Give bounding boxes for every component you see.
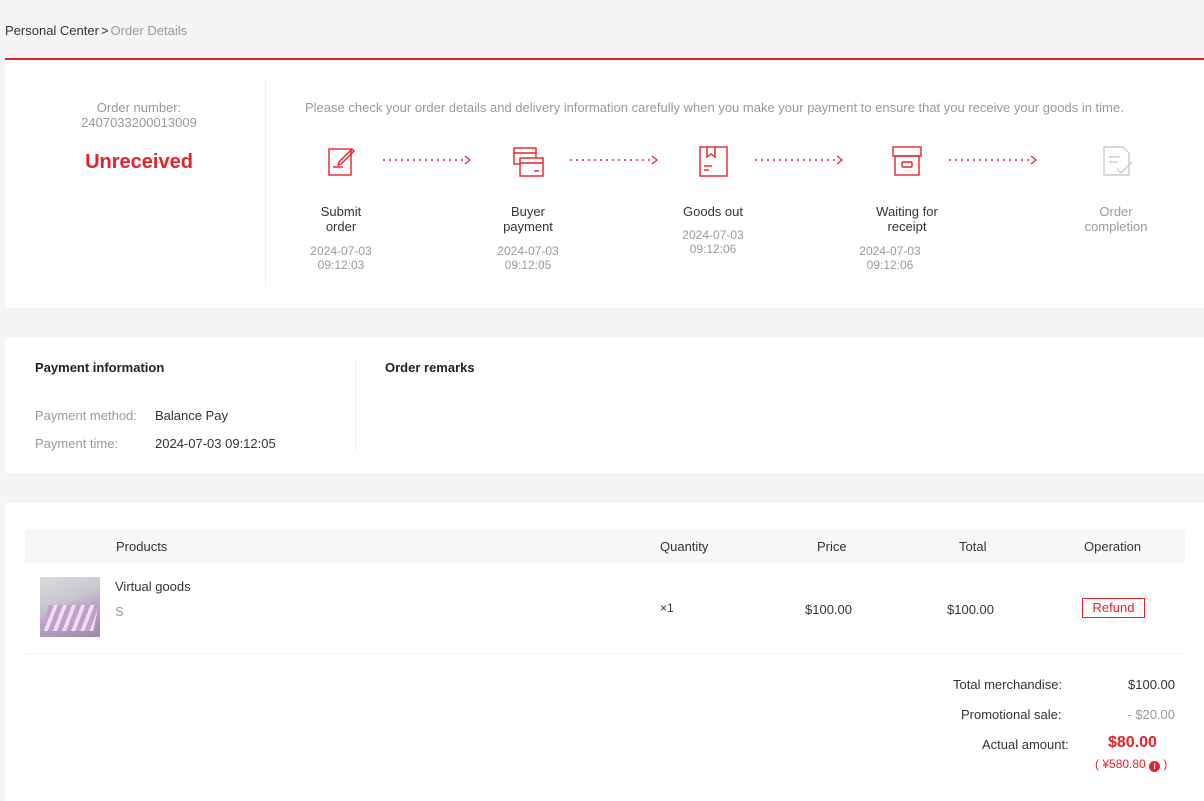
payment-info-title: Payment information	[35, 360, 165, 375]
order-info-divider	[265, 80, 266, 287]
order-notice: Please check your order details and deli…	[305, 100, 1124, 115]
step-arrow	[755, 155, 843, 165]
table-header: Products Quantity Price Total Operation	[25, 529, 1185, 563]
breadcrumb-root[interactable]: Personal Center	[5, 23, 99, 38]
promotional-sale-value: - $20.00	[1127, 707, 1175, 722]
step-arrow	[383, 155, 471, 165]
order-number-label: Order number:	[96, 100, 182, 115]
step-arrow	[949, 155, 1037, 165]
step-name: Submit order	[320, 204, 362, 234]
payment-time-value: 2024-07-03 09:12:05	[155, 436, 276, 451]
product-name[interactable]: Virtual goods	[115, 579, 191, 594]
package-icon	[693, 142, 733, 182]
payment-time-label: Payment time:	[35, 436, 119, 451]
step-date: 2024-07-03 09:12:06	[859, 244, 921, 272]
product-quantity: ×1	[660, 601, 674, 615]
header-operation: Operation	[1084, 539, 1142, 554]
step-name: Goods out	[683, 204, 743, 219]
product-sku: S	[115, 604, 124, 619]
products-card: Products Quantity Price Total Operation …	[5, 503, 1204, 801]
step-date: 2024-07-03 09:12:05	[497, 244, 559, 272]
payment-info-card: Payment information Payment method: Bala…	[5, 338, 1204, 473]
actual-amount-value: $80.00	[1108, 734, 1157, 751]
product-thumbnail[interactable]	[40, 577, 100, 637]
total-merchandise-value: $100.00	[1128, 677, 1175, 692]
payment-method-label: Payment method:	[35, 408, 137, 423]
converted-amount-value: ¥580.80	[1102, 757, 1146, 771]
step-name: Buyer payment	[503, 204, 553, 234]
breadcrumb-current: Order Details	[110, 23, 188, 38]
step-name: Order completion	[1084, 204, 1148, 234]
order-status-card: Order number: 2407033200013009 Unreceive…	[5, 60, 1204, 308]
step-order-completion: Order completion	[1051, 142, 1181, 234]
header-total: Total	[959, 539, 987, 554]
step-arrow	[570, 155, 658, 165]
product-price: $100.00	[805, 602, 852, 617]
box-icon	[887, 142, 927, 182]
step-date: 2024-07-03 09:12:03	[310, 244, 372, 272]
payment-method-value: Balance Pay	[155, 408, 228, 423]
document-check-icon	[1096, 142, 1136, 182]
order-remarks-title: Order remarks	[385, 360, 475, 375]
header-price: Price	[817, 539, 847, 554]
breadcrumb: Personal Center > Order Details	[5, 23, 187, 38]
refund-button[interactable]: Refund	[1082, 598, 1145, 618]
product-total: $100.00	[947, 602, 994, 617]
order-info: Order number: 2407033200013009 Unreceive…	[5, 100, 273, 174]
actual-amount-label: Actual amount:	[982, 737, 1069, 752]
breadcrumb-separator: >	[100, 23, 109, 38]
submit-order-icon	[321, 142, 361, 182]
promotional-sale-label: Promotional sale:	[961, 707, 1062, 722]
total-merchandise-label: Total merchandise:	[953, 677, 1063, 692]
converted-amount: ( ¥580.80 i )	[1095, 757, 1168, 772]
table-row: Virtual goods S ×1 $100.00 $100.00 Refun…	[25, 563, 1185, 654]
order-number: 2407033200013009	[81, 115, 197, 130]
step-name: Waiting for receipt	[876, 204, 938, 234]
info-icon[interactable]: i	[1149, 761, 1161, 772]
payment-card-icon	[508, 142, 548, 182]
payment-divider	[355, 358, 356, 453]
order-status: Unreceived	[85, 151, 193, 173]
header-products: Products	[116, 539, 168, 554]
step-date: 2024-07-03 09:12:06	[682, 228, 744, 256]
header-quantity: Quantity	[660, 539, 709, 554]
